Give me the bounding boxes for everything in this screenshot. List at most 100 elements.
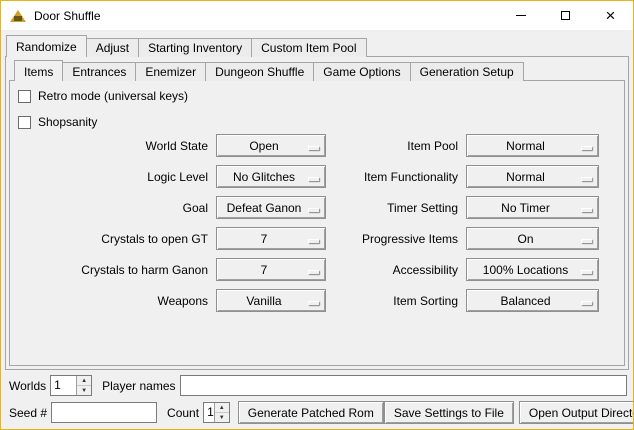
form-row: Logic Level No Glitches Item Functionali… <box>13 161 625 192</box>
player-names-input[interactable] <box>180 375 628 396</box>
dropdown-indicator <box>581 177 592 181</box>
world-state-label: World State <box>13 139 216 153</box>
item-pool-dropdown[interactable]: Normal <box>466 134 599 157</box>
dropdown-value: 100% Locations <box>473 263 578 277</box>
accessibility-label: Accessibility <box>326 263 466 277</box>
form-row: Goal Defeat Ganon Timer Setting No Timer <box>13 192 625 223</box>
spin-up-button[interactable]: ▲ <box>77 376 91 385</box>
tab-items[interactable]: Items <box>14 60 63 81</box>
dropdown-value: Vanilla <box>223 294 305 308</box>
world-state-dropdown[interactable]: Open <box>216 134 326 157</box>
count-spinbox[interactable]: 1 ▲ ▼ <box>203 402 230 423</box>
count-value: 1 <box>204 403 214 422</box>
dropdown-indicator <box>308 301 319 305</box>
window-title: Door Shuffle <box>34 9 498 23</box>
spin-down-button[interactable]: ▼ <box>77 385 91 395</box>
dropdown-value: On <box>473 232 578 246</box>
generate-patched-rom-button[interactable]: Generate Patched Rom <box>238 401 384 424</box>
app-icon-base <box>14 16 22 21</box>
form-row: World State Open Item Pool Normal <box>13 130 625 161</box>
count-label: Count <box>167 406 199 420</box>
item-pool-label: Item Pool <box>326 139 466 153</box>
tab-randomize[interactable]: Randomize <box>6 35 87 57</box>
timer-setting-dropdown[interactable]: No Timer <box>466 196 599 219</box>
dropdown-value: 7 <box>223 232 305 246</box>
worlds-spinbox[interactable]: 1 ▲ ▼ <box>50 375 92 396</box>
dropdown-indicator <box>581 270 592 274</box>
minimize-button[interactable] <box>498 1 543 30</box>
form-row: Crystals to open GT 7 Progressive Items … <box>13 223 625 254</box>
titlebar[interactable]: Door Shuffle × <box>1 1 633 30</box>
item-sorting-dropdown[interactable]: Balanced <box>466 289 599 312</box>
tab-custom-item-pool[interactable]: Custom Item Pool <box>251 38 366 57</box>
tab-dungeon-shuffle[interactable]: Dungeon Shuffle <box>205 62 314 81</box>
progressive-items-label: Progressive Items <box>326 232 466 246</box>
worlds-row: Worlds 1 ▲ ▼ Player names <box>9 374 627 397</box>
checkbox-icon <box>18 90 31 103</box>
retro-mode-label: Retro mode (universal keys) <box>38 89 188 103</box>
dropdown-indicator <box>581 301 592 305</box>
form-row: Crystals to harm Ganon 7 Accessibility 1… <box>13 254 625 285</box>
shopsanity-label: Shopsanity <box>38 115 97 129</box>
window: Door Shuffle × Randomize Adjust Starting… <box>0 0 634 430</box>
dropdown-indicator <box>581 239 592 243</box>
tab-adjust[interactable]: Adjust <box>86 38 139 57</box>
spinner-buttons: ▲ ▼ <box>214 403 229 422</box>
player-names-label: Player names <box>102 379 175 393</box>
app-icon[interactable] <box>10 8 26 24</box>
crystals-ganon-dropdown[interactable]: 7 <box>216 258 326 281</box>
minimize-icon <box>516 15 526 16</box>
dropdown-value: Normal <box>473 139 578 153</box>
tab-starting-inventory[interactable]: Starting Inventory <box>138 38 252 57</box>
crystals-ganon-label: Crystals to harm Ganon <box>13 263 216 277</box>
tab-game-options[interactable]: Game Options <box>313 62 410 81</box>
dropdown-value: Defeat Ganon <box>223 201 305 215</box>
tab-enemizer[interactable]: Enemizer <box>135 62 206 81</box>
checkbox-icon <box>18 116 31 129</box>
item-functionality-label: Item Functionality <box>326 170 466 184</box>
crystals-gt-label: Crystals to open GT <box>13 232 216 246</box>
worlds-value: 1 <box>51 376 76 395</box>
shopsanity-checkbox[interactable]: Shopsanity <box>18 112 188 132</box>
outer-tab-bar: Randomize Adjust Starting Inventory Cust… <box>6 35 367 57</box>
dropdown-indicator <box>581 146 592 150</box>
dropdown-value: No Timer <box>473 201 578 215</box>
maximize-icon <box>561 11 570 20</box>
item-functionality-dropdown[interactable]: Normal <box>466 165 599 188</box>
tab-generation-setup[interactable]: Generation Setup <box>410 62 524 81</box>
dropdown-value: 7 <box>223 263 305 277</box>
dropdown-indicator <box>308 177 319 181</box>
dropdown-indicator <box>308 270 319 274</box>
spin-down-button[interactable]: ▼ <box>215 412 229 422</box>
maximize-button[interactable] <box>543 1 588 30</box>
logic-level-dropdown[interactable]: No Glitches <box>216 165 326 188</box>
timer-setting-label: Timer Setting <box>326 201 466 215</box>
close-button[interactable]: × <box>588 1 633 30</box>
seed-label: Seed # <box>9 406 47 420</box>
dropdown-indicator <box>581 208 592 212</box>
seed-input[interactable] <box>51 402 157 423</box>
dropdown-indicator <box>308 239 319 243</box>
retro-mode-checkbox[interactable]: Retro mode (universal keys) <box>18 86 188 106</box>
form-row: Weapons Vanilla Item Sorting Balanced <box>13 285 625 316</box>
goal-dropdown[interactable]: Defeat Ganon <box>216 196 326 219</box>
save-settings-button[interactable]: Save Settings to File <box>384 401 514 424</box>
open-output-directory-button[interactable]: Open Output Directory <box>519 401 634 424</box>
item-sorting-label: Item Sorting <box>326 294 466 308</box>
crystals-gt-dropdown[interactable]: 7 <box>216 227 326 250</box>
weapons-label: Weapons <box>13 294 216 308</box>
accessibility-dropdown[interactable]: 100% Locations <box>466 258 599 281</box>
logic-level-label: Logic Level <box>13 170 216 184</box>
dropdown-indicator <box>308 208 319 212</box>
dropdown-indicator <box>308 146 319 150</box>
worlds-label: Worlds <box>9 379 46 393</box>
seed-row: Seed # Count 1 ▲ ▼ Generate Patched Rom … <box>9 401 627 424</box>
weapons-dropdown[interactable]: Vanilla <box>216 289 326 312</box>
goal-label: Goal <box>13 201 216 215</box>
progressive-items-dropdown[interactable]: On <box>466 227 599 250</box>
spin-up-button[interactable]: ▲ <box>215 403 229 412</box>
tab-entrances[interactable]: Entrances <box>62 62 136 81</box>
dropdown-value: No Glitches <box>223 170 305 184</box>
close-icon: × <box>606 7 616 24</box>
options-form: World State Open Item Pool Normal Logic … <box>13 130 625 316</box>
